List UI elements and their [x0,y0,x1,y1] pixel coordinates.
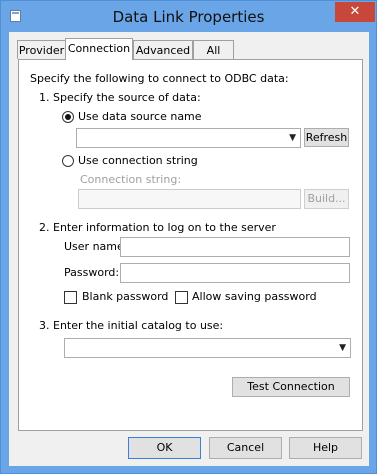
help-button[interactable]: Help [289,437,362,459]
test-connection-button[interactable]: Test Connection [232,377,350,397]
connstr-caption: Connection string: [80,173,182,186]
window-title: Data Link Properties [112,8,265,26]
cancel-button[interactable]: Cancel [209,437,282,459]
step1-heading: 1. Specify the source of data: [39,91,201,104]
tab-advanced[interactable]: Advanced [133,40,193,59]
tab-provider[interactable]: Provider [17,40,66,59]
step3-heading: 3. Enter the initial catalog to use: [39,319,224,332]
use-dsn-radio[interactable] [62,111,74,123]
use-connstr-radio[interactable] [62,155,74,167]
chevron-down-icon: ▼ [339,343,346,353]
title-bar[interactable]: Data Link Properties ✕ [1,1,376,32]
dsn-select[interactable]: ▼ [76,128,301,148]
refresh-button[interactable]: Refresh [304,128,349,147]
close-button[interactable]: ✕ [335,2,375,22]
dialog-window: Data Link Properties ✕ Provider Connecti… [0,0,377,474]
blank-password-label[interactable]: Blank password [82,290,168,304]
connstr-input[interactable] [78,189,301,209]
username-label: User name: [64,240,128,253]
blank-password-checkbox[interactable] [64,291,77,304]
tab-all[interactable]: All [193,40,234,59]
allow-saving-label[interactable]: Allow saving password [192,290,317,304]
chevron-down-icon: ▼ [289,133,296,143]
step2-heading: 2. Enter information to log on to the se… [39,221,276,234]
build-button[interactable]: Build... [304,189,349,209]
use-connstr-label[interactable]: Use connection string [78,154,198,168]
password-label: Password: [64,266,120,279]
tab-connection[interactable]: Connection [65,38,133,60]
use-dsn-label[interactable]: Use data source name [78,110,202,124]
dialog-client: Provider Connection Advanced All Specify… [9,32,369,466]
connection-panel: Specify the following to connect to ODBC… [18,59,363,431]
password-input[interactable] [120,263,350,283]
intro-text: Specify the following to connect to ODBC… [30,72,289,85]
username-input[interactable] [120,237,350,257]
ok-button[interactable]: OK [128,437,201,459]
allow-saving-checkbox[interactable] [175,291,188,304]
radio-selected-dot [65,114,71,120]
catalog-select[interactable]: ▼ [64,338,351,358]
